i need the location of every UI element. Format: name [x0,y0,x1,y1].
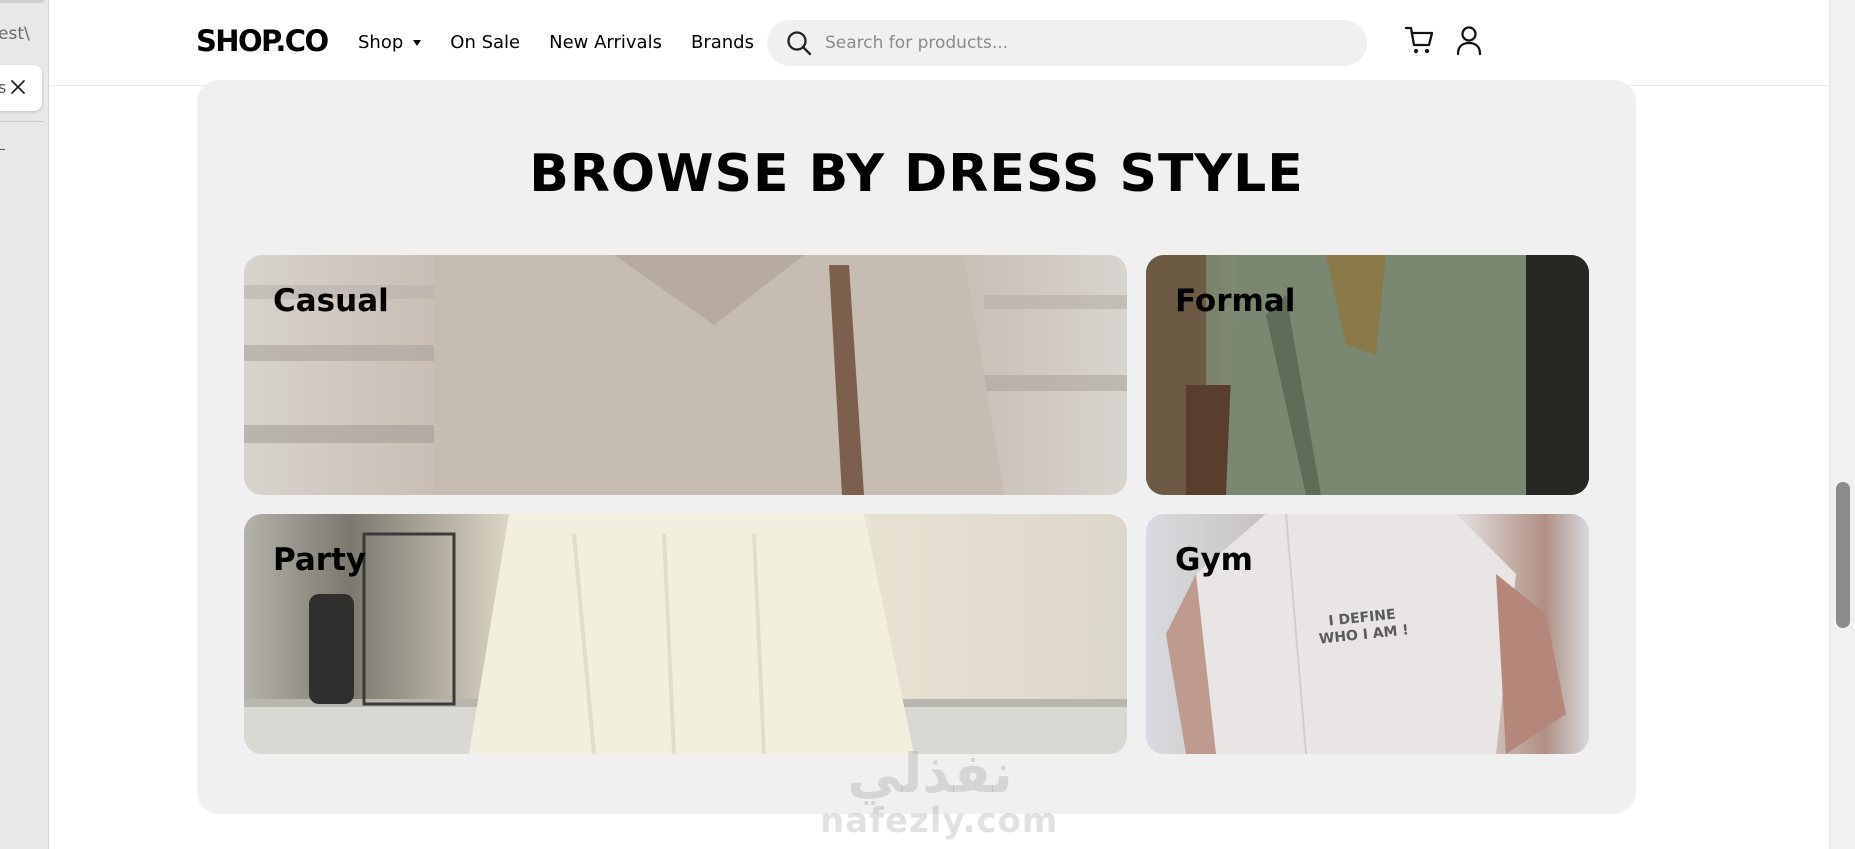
nav-label: Brands [690,32,754,53]
main-nav: Shop On Sale New Arrivals Brands [358,32,754,53]
style-card-party[interactable]: Party [244,514,1127,754]
user-icon[interactable] [1453,24,1485,56]
side-tab-chip[interactable]: s [0,65,42,111]
party-photo [244,514,1127,754]
section-title: BROWSE BY DRESS STYLE [529,144,1304,204]
style-label: Casual [273,283,389,319]
search-input[interactable] [825,33,1325,53]
cart-icon[interactable] [1404,24,1436,56]
nav-item-on-sale[interactable]: On Sale [450,32,520,53]
search-bar[interactable] [767,20,1367,66]
side-tab-label: s [0,78,6,97]
side-text-fragment: est\ [0,24,30,44]
style-label: Formal [1175,283,1296,319]
nav-item-new-arrivals[interactable]: New Arrivals [549,32,662,53]
nav-item-brands[interactable]: Brands [691,32,754,53]
style-card-formal[interactable]: Formal [1146,255,1589,495]
scrollbar[interactable] [1829,0,1855,849]
style-card-casual[interactable]: Casual [244,255,1127,495]
close-icon[interactable] [8,77,28,97]
nav-label: New Arrivals [549,32,662,53]
style-card-gym[interactable]: Gym I DEFINE WHO I AM ! [1146,514,1589,754]
search-icon [787,31,812,56]
nav-label: On Sale [450,32,521,53]
divider [0,121,44,122]
style-label: Party [273,542,367,578]
nav-item-shop[interactable]: Shop [358,32,422,53]
side-panel: est\ s [0,0,49,849]
side-tab-edge [0,0,44,3]
divider [0,149,5,150]
nav-label: Shop [358,32,404,53]
style-label: Gym [1175,542,1253,578]
scrollbar-thumb[interactable] [1836,482,1850,628]
logo[interactable]: SHOP.CO [196,24,329,58]
caret-down-icon [413,39,422,46]
site-header: SHOP.CO Shop On Sale New Arrivals Brands [49,0,1829,86]
